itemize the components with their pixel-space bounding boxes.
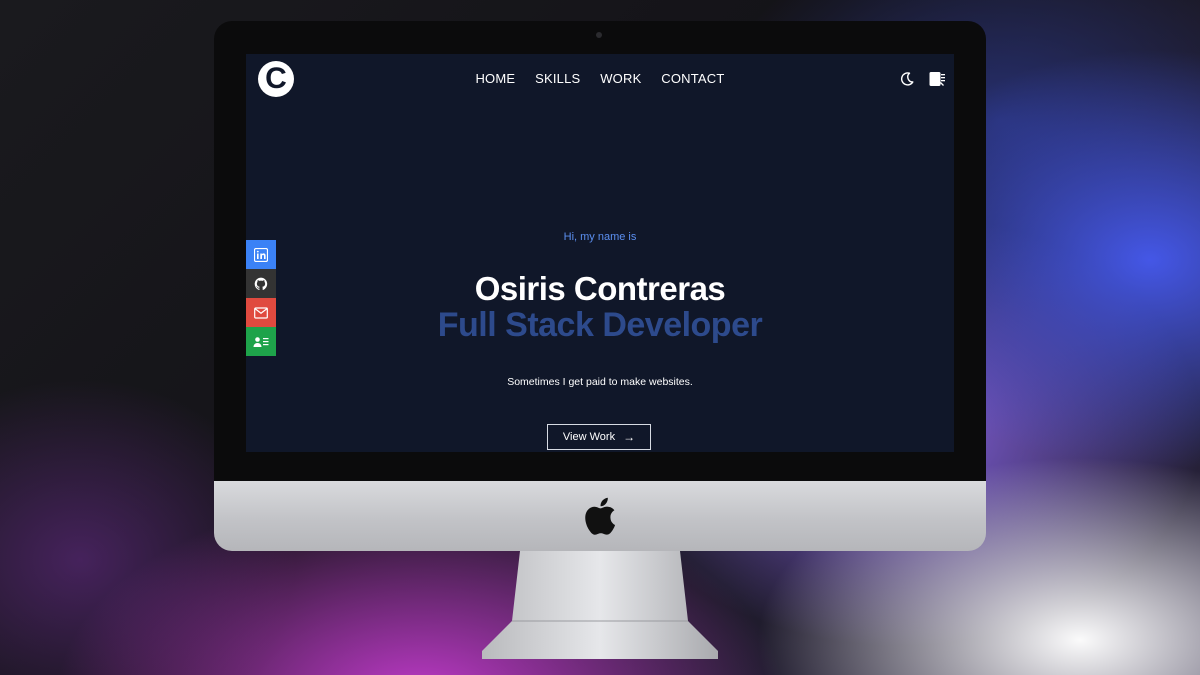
nav-home[interactable]: HOME xyxy=(475,71,515,86)
moon-icon[interactable] xyxy=(899,71,915,87)
view-work-button[interactable]: View Work → xyxy=(547,424,651,450)
linkedin-button[interactable] xyxy=(246,240,276,269)
nav-skills[interactable]: SKILLS xyxy=(535,71,580,86)
hero-intro: Hi, my name is xyxy=(563,231,637,243)
website-screen: C HOME SKILLS WORK CONTACT Hi, my name i… xyxy=(246,54,954,452)
hero-tagline: Sometimes I get paid to make websites. xyxy=(507,376,693,388)
linkedin-icon xyxy=(254,247,268,262)
monitor-stand xyxy=(482,551,718,659)
nav-contact[interactable]: CONTACT xyxy=(661,71,724,86)
resume-icon[interactable] xyxy=(928,70,946,88)
main-nav: HOME SKILLS WORK CONTACT xyxy=(246,71,954,86)
webcam xyxy=(596,32,602,38)
nav-work[interactable]: WORK xyxy=(600,71,641,86)
hero-name: Osiris Contreras xyxy=(474,270,726,307)
arrow-right-icon: → xyxy=(623,430,636,444)
view-work-label: View Work xyxy=(562,431,616,443)
apple-logo-icon xyxy=(585,497,616,535)
hero-role: Full Stack Developer xyxy=(437,306,763,344)
